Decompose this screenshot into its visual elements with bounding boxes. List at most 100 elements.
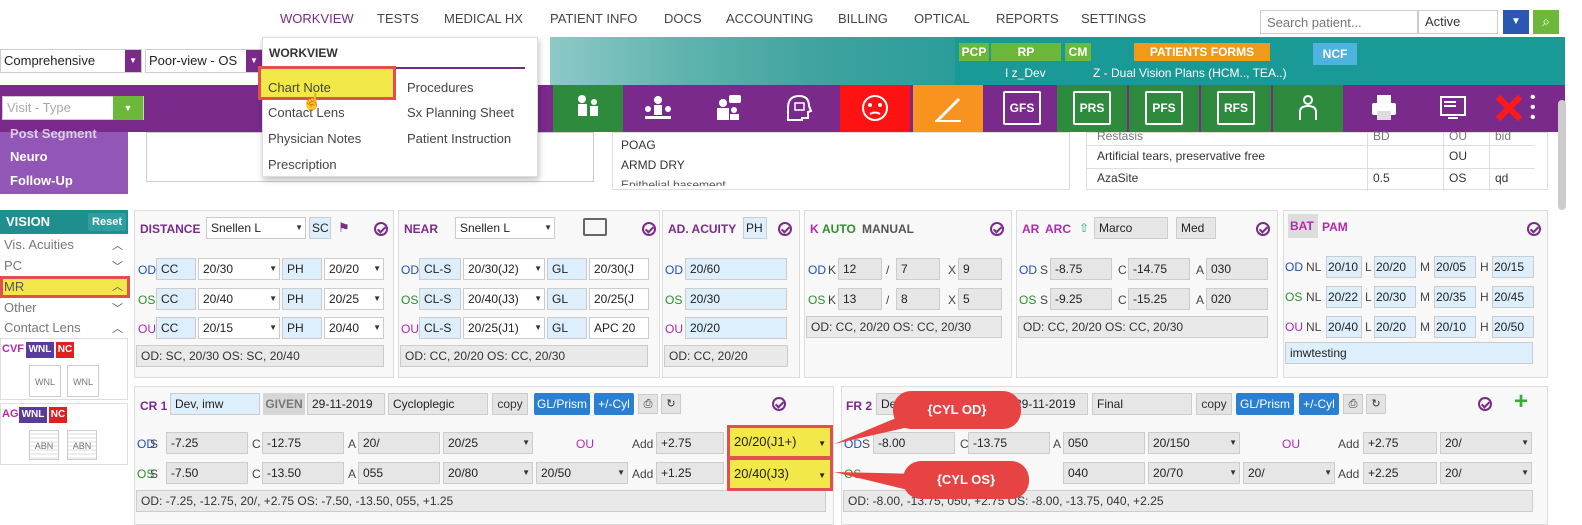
- near-ou-gl-value[interactable]: APC 20: [589, 317, 649, 339]
- cm-tag[interactable]: CM: [1065, 43, 1091, 61]
- cr-os-near-va-highlight[interactable]: 20/40(J3) ▼: [727, 457, 833, 491]
- side-mr[interactable]: MR: [4, 279, 24, 294]
- chevron-down-icon[interactable]: ﹀: [112, 258, 123, 274]
- cvf-od-grid[interactable]: WNL: [29, 365, 61, 397]
- fr-os-va2[interactable]: 20/▼: [1243, 462, 1335, 484]
- ncf-button[interactable]: NCF: [1313, 43, 1357, 65]
- gfs-button[interactable]: GFS: [1003, 91, 1041, 125]
- near-od-value[interactable]: 20/30(J2) ▼: [463, 258, 545, 280]
- cvf-os-grid[interactable]: WNL: [67, 365, 99, 397]
- more-options-icon[interactable]: • • •: [1530, 90, 1536, 126]
- bat-os-h[interactable]: 20/45: [1492, 286, 1534, 308]
- toolbar-close-button[interactable]: [1489, 85, 1529, 132]
- distance-ou-ph[interactable]: PH: [282, 317, 322, 339]
- side-contact-lens[interactable]: Contact Lens: [4, 320, 81, 335]
- nav-tests[interactable]: TESTS: [377, 11, 419, 26]
- cvf-wnl-button[interactable]: WNL: [26, 342, 54, 358]
- cvf-nc-button[interactable]: NC: [56, 342, 74, 358]
- fr-od-near-va[interactable]: 20/▼: [1440, 432, 1532, 454]
- distance-od-ph[interactable]: PH: [282, 258, 322, 280]
- ad-acuity-os[interactable]: 20/30: [685, 288, 787, 310]
- visit-type-select[interactable]: Visit - Type ▼: [2, 96, 144, 120]
- distance-os-ph-value[interactable]: 20/25 ▼: [324, 288, 384, 310]
- ag-os-grid[interactable]: ABN: [67, 430, 97, 460]
- ad-acuity-check-icon[interactable]: [778, 222, 792, 236]
- fr-od-axis[interactable]: 050: [1063, 432, 1145, 454]
- chevron-up-icon[interactable]: ︿: [112, 278, 123, 294]
- ar-os-sphere[interactable]: -9.25: [1050, 288, 1112, 310]
- k-check-icon[interactable]: [990, 222, 1004, 236]
- arrow-up-circle-icon[interactable]: ⇧: [1079, 221, 1089, 235]
- k-manual-tab[interactable]: MANUAL: [862, 222, 914, 236]
- refresh-icon[interactable]: ↻: [661, 394, 681, 414]
- cr-os-axis[interactable]: 055: [358, 462, 440, 484]
- menu-item-physician-notes[interactable]: Physician Notes: [268, 131, 361, 146]
- distance-check-icon[interactable]: [374, 222, 388, 236]
- k-auto-tab[interactable]: AUTO: [822, 222, 856, 236]
- nav-medical-hx[interactable]: MEDICAL HX: [444, 11, 523, 26]
- ar-os-cyl[interactable]: -15.25: [1128, 288, 1190, 310]
- section-neuro[interactable]: Neuro: [10, 149, 48, 164]
- fr-date[interactable]: 29-11-2019: [1010, 393, 1088, 415]
- near-ou-value[interactable]: 20/25(J1) ▼: [463, 317, 545, 339]
- chevron-up-icon[interactable]: ︿: [112, 237, 123, 253]
- chart-monitor-icon[interactable]: [583, 218, 607, 236]
- cr-os-va2[interactable]: 20/50 ▼: [536, 462, 628, 484]
- fr-os-axis[interactable]: 040: [1063, 462, 1145, 484]
- ar-med[interactable]: Med: [1176, 217, 1216, 239]
- distance-os-correction[interactable]: CC: [156, 288, 196, 310]
- near-od-correction[interactable]: CL-S: [419, 258, 461, 280]
- nav-workview[interactable]: WORKVIEW: [280, 11, 354, 26]
- nav-billing[interactable]: BILLING: [838, 11, 888, 26]
- search-button[interactable]: ⌕: [1533, 10, 1559, 34]
- cr-od-near-va-highlight[interactable]: 20/20(J1+) ▼: [727, 425, 833, 459]
- nav-optical[interactable]: OPTICAL: [914, 11, 970, 26]
- rfs-button[interactable]: RFS: [1217, 91, 1255, 125]
- toolbar-print-button[interactable]: [1349, 85, 1419, 132]
- menu-item-procedures[interactable]: Procedures: [407, 80, 473, 95]
- search-patient-input[interactable]: [1260, 10, 1418, 34]
- ar-os-axis[interactable]: 020: [1206, 288, 1268, 310]
- distance-os-value[interactable]: 20/40 ▼: [198, 288, 280, 310]
- patients-forms-button[interactable]: PATIENTS FORMS: [1134, 43, 1270, 61]
- rp-tag[interactable]: RP: [991, 43, 1061, 61]
- near-od-gl-value[interactable]: 20/30(J: [589, 258, 649, 280]
- bat-ou-m[interactable]: 20/10: [1434, 316, 1476, 338]
- fr-cyl-button[interactable]: +/-Cyl: [1299, 393, 1339, 415]
- ar-check-icon[interactable]: [1256, 222, 1270, 236]
- near-os-correction[interactable]: CL-S: [419, 288, 461, 310]
- side-vis-acuities[interactable]: Vis. Acuities: [4, 237, 74, 252]
- k-summary[interactable]: OD: CC, 20/20 OS: CC, 20/30: [806, 316, 1002, 338]
- fr-od-add[interactable]: +2.75: [1363, 432, 1437, 454]
- toolbar-education-button[interactable]: [763, 85, 833, 132]
- side-other[interactable]: Other: [4, 300, 37, 315]
- distance-od-ph-value[interactable]: 20/20 ▼: [324, 258, 384, 280]
- bat-note[interactable]: imwtesting: [1285, 342, 1533, 364]
- near-ou-gl[interactable]: GL: [547, 317, 587, 339]
- page-scrollbar[interactable]: [1558, 100, 1566, 210]
- distance-sc-field[interactable]: SC: [309, 217, 331, 239]
- fr-copy-button[interactable]: copy: [1196, 393, 1232, 415]
- bat-od-h[interactable]: 20/15: [1492, 256, 1534, 278]
- bat-tab[interactable]: BAT: [1288, 214, 1318, 238]
- ad-acuity-ou[interactable]: 20/20: [685, 317, 787, 339]
- ad-acuity-ph[interactable]: PH: [743, 217, 767, 239]
- ar-summary[interactable]: OD: CC, 20/20 OS: CC, 20/30: [1018, 316, 1268, 338]
- k-od-s[interactable]: 7: [896, 258, 940, 280]
- ad-acuity-od[interactable]: 20/60: [685, 258, 787, 280]
- ad-acuity-summary[interactable]: OD: CC, 20/20: [664, 345, 788, 367]
- cr-summary[interactable]: OD: -7.25, -12.75, 20/, +2.75 OS: -7.50,…: [136, 490, 826, 512]
- near-os-value[interactable]: 20/40(J3) ▼: [463, 288, 545, 310]
- bat-os-m[interactable]: 20/35: [1434, 286, 1476, 308]
- toolbar-team-button[interactable]: [623, 85, 693, 132]
- bat-os-l[interactable]: 20/30: [1374, 286, 1416, 308]
- toolbar-patient-exam-button[interactable]: [553, 85, 623, 132]
- cr-cyl-button[interactable]: +/-Cyl: [594, 393, 634, 415]
- near-summary[interactable]: OD: CC, 20/20 OS: CC, 20/30: [400, 345, 648, 367]
- section-post-segment[interactable]: Post Segment: [10, 126, 97, 141]
- ag-od-grid[interactable]: ABN: [29, 430, 59, 460]
- fr-gl-prism-button[interactable]: GL/Prism: [1236, 393, 1294, 415]
- toolbar-monitor-button[interactable]: [1419, 85, 1489, 132]
- distance-ou-value[interactable]: 20/15 ▼: [198, 317, 280, 339]
- prs-button[interactable]: PRS: [1073, 91, 1111, 125]
